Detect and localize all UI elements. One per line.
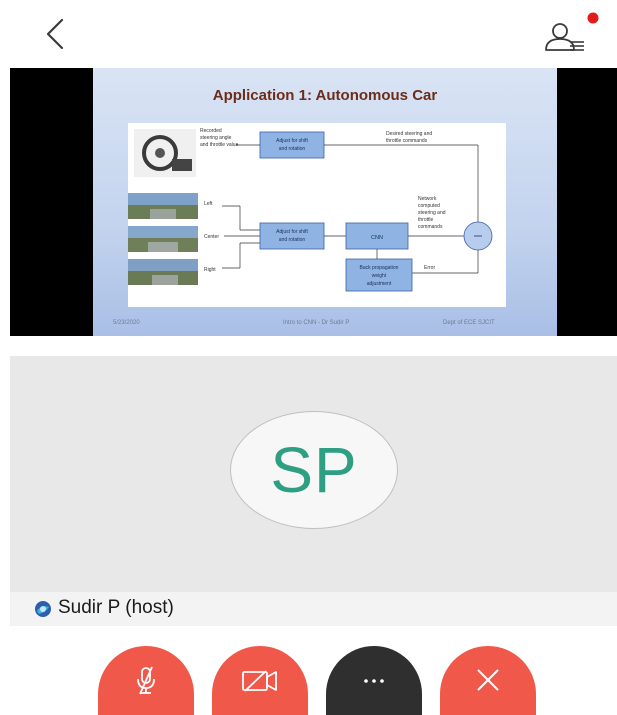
screen-share-area: Application 1: Autonomous Car Recorded s…: [10, 68, 617, 336]
desired-label: throttle commands: [386, 138, 428, 144]
avatar: SP: [230, 411, 398, 529]
backprop-label: weight: [372, 273, 387, 279]
adjust-box-top: [259, 131, 325, 159]
network-label: steering and: [418, 210, 446, 216]
cnn-label: CNN: [371, 235, 383, 241]
adjust-label: Adjust for shift: [276, 229, 308, 235]
microphone-off-icon: [137, 666, 155, 695]
back-button[interactable]: [36, 14, 76, 54]
network-status-icon: [35, 601, 51, 617]
divider: [10, 336, 617, 356]
adjust-box-middle: [259, 222, 325, 250]
slide-footer-center: Intro to CNN - Dr Sudir P: [283, 320, 350, 326]
backprop-label: Back propagation: [360, 265, 399, 271]
steering-wheel-image: [134, 129, 196, 177]
network-label: computed: [418, 203, 440, 209]
recorded-label: and throttle value: [200, 142, 239, 148]
slide-footer-date: 5/23/2020: [113, 320, 140, 326]
top-bar: [0, 0, 617, 68]
recorded-label: steering angle: [200, 135, 232, 141]
avatar-initials: SP: [270, 434, 358, 506]
camera-label-right: Right: [204, 267, 216, 273]
notification-dot: [587, 12, 599, 24]
video-off-icon: [242, 670, 277, 692]
camera-image-center: [128, 226, 198, 252]
network-label: Network: [418, 196, 437, 202]
adjust-label: Adjust for shift: [276, 138, 308, 144]
adjust-label: and rotation: [279, 237, 306, 243]
network-label: commands: [418, 224, 443, 230]
shared-slide: Application 1: Autonomous Car Recorded s…: [93, 68, 557, 336]
participant-name: Sudir P (host): [58, 597, 174, 618]
chevron-left-icon: [46, 18, 64, 50]
desired-label: Desired steering and: [386, 131, 432, 137]
close-icon: [477, 669, 499, 691]
network-label: throttle: [418, 217, 434, 223]
recorded-label: Recorded: [200, 128, 222, 134]
camera-label-left: Left: [204, 201, 213, 207]
participants-icon: [545, 12, 599, 51]
participants-button[interactable]: [540, 12, 600, 58]
participant-name-bar: Sudir P (host): [10, 592, 617, 626]
diagram-canvas: Recorded steering angle and throttle val…: [128, 128, 493, 292]
more-horizontal-icon: [364, 679, 384, 683]
backprop-label: adjustment: [367, 281, 392, 287]
mute-button[interactable]: [98, 646, 194, 715]
adjust-label: and rotation: [279, 146, 306, 152]
slide-footer-right: Dept of ECE SJCIT: [443, 320, 495, 326]
slide-title: Application 1: Autonomous Car: [212, 87, 438, 104]
leave-button[interactable]: [440, 646, 536, 715]
more-button[interactable]: [326, 646, 422, 715]
camera-image-left: [128, 193, 198, 219]
camera-label-center: Center: [204, 234, 219, 240]
camera-image-right: [128, 259, 198, 285]
participant-video-tile[interactable]: SP: [10, 356, 617, 592]
video-button[interactable]: [212, 646, 308, 715]
slide-diagram: Recorded steering angle and throttle val…: [128, 123, 506, 307]
error-label: Error: [424, 265, 435, 271]
